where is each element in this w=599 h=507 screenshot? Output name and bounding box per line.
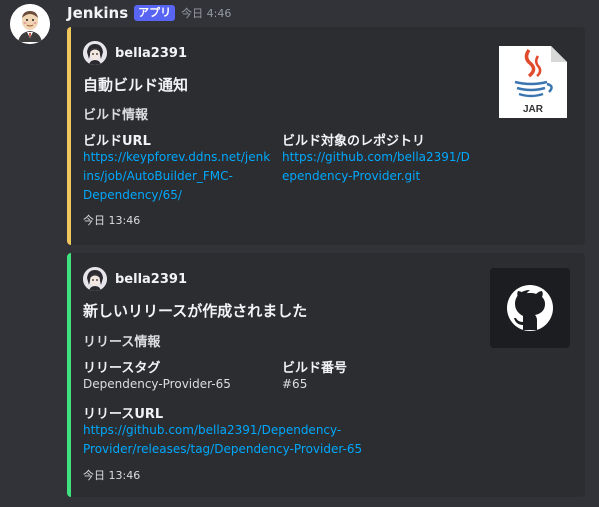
embed-author-name: bella2391: [115, 271, 187, 287]
app-badge: アプリ: [134, 5, 176, 21]
message-timestamp[interactable]: 今日 4:46: [181, 5, 231, 21]
embed-build-notification: bella2391 自動ビルド通知 ビルド情報 ビルドURL https://k…: [67, 27, 585, 245]
field-value-repository: https://github.com/bella2391/D ependency…: [282, 148, 482, 186]
field-name-release-tag: リリースタグ: [83, 361, 161, 376]
embed-footer-timestamp: 今日 13:46: [83, 214, 141, 227]
user-avatar-icon: [83, 41, 107, 65]
field-value-build-number: #65: [282, 377, 308, 391]
embed-accent-bar: [67, 27, 71, 245]
embed-description: ビルド情報: [83, 108, 149, 123]
jar-file-icon[interactable]: JAR: [493, 42, 573, 122]
chat-message: Jenkins アプリ 今日 4:46 bella2391 自動ビルド通知 ビル…: [0, 0, 599, 507]
build-url-line-2: ins/job/AutoBuilder_FMC-: [83, 169, 233, 183]
field-name-build-number: ビルド番号: [282, 361, 348, 376]
repository-link[interactable]: https://github.com/bella2391/D ependency…: [282, 150, 470, 183]
embed-author-name: bella2391: [115, 45, 187, 61]
user-avatar-icon: [83, 267, 107, 291]
field-value-release-tag: Dependency-Provider-65: [83, 377, 231, 391]
release-url-line-1: https://github.com/bella2391/Dependency-: [83, 423, 342, 437]
repository-line-1: https://github.com/bella2391/D: [282, 150, 470, 164]
build-url-link[interactable]: https://keypforev.ddns.net/jenk ins/job/…: [83, 150, 270, 202]
build-url-line-1: https://keypforev.ddns.net/jenk: [83, 150, 271, 164]
field-value-build-url: https://keypforev.ddns.net/jenk ins/job/…: [83, 148, 279, 205]
embed-footer-timestamp: 今日 13:46: [83, 469, 141, 482]
embed-description: リリース情報: [83, 335, 161, 350]
release-url-line-2: Provider/releases/tag/Dependency-Provide…: [83, 442, 363, 456]
embed-title: 自動ビルド通知: [83, 76, 189, 94]
field-name-build-url: ビルドURL: [83, 134, 151, 149]
github-logo-icon[interactable]: [490, 268, 570, 348]
message-header: Jenkins アプリ 今日 4:46: [67, 3, 231, 23]
repository-line-2: ependency-Provider.git: [282, 169, 421, 183]
jar-label: JAR: [523, 104, 544, 115]
jenkins-avatar-icon[interactable]: [10, 4, 50, 44]
embed-release-notification: bella2391 新しいリリースが作成されました リリース情報 リリースタグ …: [67, 253, 585, 497]
embed-title: 新しいリリースが作成されました: [83, 302, 308, 320]
author-name[interactable]: Jenkins: [67, 4, 128, 22]
field-name-release-url: リリースURL: [83, 407, 164, 422]
embed-accent-bar: [67, 253, 71, 497]
embed-author[interactable]: bella2391: [83, 267, 187, 291]
field-value-release-url: https://github.com/bella2391/Dependency-…: [83, 421, 403, 459]
embed-author[interactable]: bella2391: [83, 41, 187, 65]
build-url-line-3: Dependency/65/: [83, 188, 182, 202]
field-name-repository: ビルド対象のレポジトリ: [282, 134, 426, 149]
release-url-link[interactable]: https://github.com/bella2391/Dependency-…: [83, 423, 362, 456]
